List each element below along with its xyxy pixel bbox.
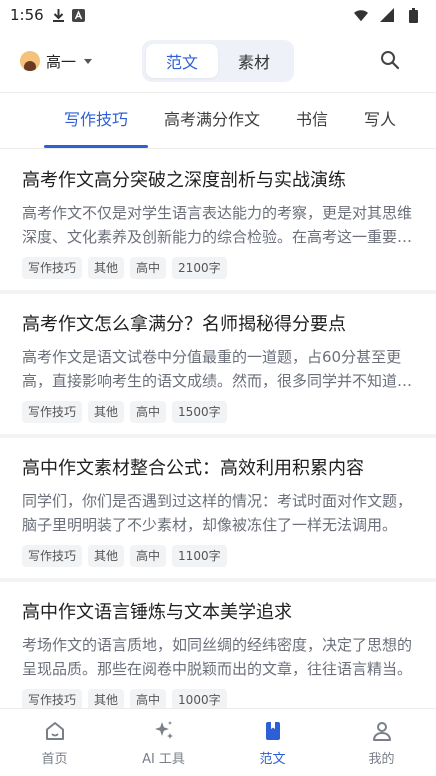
tag-word-count: 1100字 — [172, 545, 227, 567]
download-icon — [52, 8, 66, 22]
a-notification-icon — [72, 8, 86, 22]
article-card[interactable]: 高中作文语言锤炼与文本美学追求 考场作文的语言质地，如同丝绸的经纬密度，决定了思… — [0, 582, 436, 708]
status-bar: 1:56 — [0, 0, 436, 30]
search-button[interactable] — [378, 48, 402, 72]
tag-word-count: 2100字 — [172, 257, 227, 279]
nav-essays[interactable]: 范文 — [218, 709, 327, 776]
article-excerpt: 高考作文不仅是对学生语言表达能力的考察，更是对其思维深度、文化素养及创新能力的综… — [22, 204, 413, 246]
tab-writing-people[interactable]: 写人 — [364, 106, 396, 148]
chevron-down-icon — [84, 58, 93, 64]
article-tags: 写作技巧 其他 高中 1100字 — [22, 545, 414, 567]
article-tags: 写作技巧 其他 高中 1500字 — [22, 401, 414, 423]
content-type-toggle: 范文 素材 — [142, 40, 294, 82]
segment-sucai[interactable]: 素材 — [218, 44, 290, 78]
avatar — [20, 51, 40, 71]
tab-letters[interactable]: 书信 — [296, 106, 328, 148]
signal-icon — [380, 8, 394, 22]
article-card[interactable]: 高中作文素材整合公式：高效利用积累内容 同学们，你们是否遇到过这样的情况：考试时… — [0, 438, 436, 582]
tag-category: 写作技巧 — [22, 689, 83, 708]
tab-full-score-essays[interactable]: 高考满分作文 — [164, 106, 260, 148]
tag-level: 高中 — [130, 257, 167, 279]
article-card[interactable]: 高考作文高分突破之深度剖析与实战演练 高考作文不仅是对学生语言表达能力的考察，更… — [0, 150, 436, 294]
tag-level: 高中 — [130, 545, 167, 567]
sparkle-icon — [152, 719, 176, 743]
article-tags: 写作技巧 其他 高中 1000字 — [22, 689, 414, 708]
home-icon — [43, 719, 67, 743]
article-excerpt: 考场作文的语言质地，如同丝绸的经纬密度，决定了思想的呈现品质。那些在阅卷中脱颖而… — [22, 636, 413, 678]
article-feed: 高考作文高分突破之深度剖析与实战演练 高考作文不仅是对学生语言表达能力的考察，更… — [0, 150, 436, 708]
nav-essays-label: 范文 — [259, 751, 286, 767]
book-icon — [261, 719, 285, 743]
article-tags: 写作技巧 其他 高中 2100字 — [22, 257, 414, 279]
article-title: 高中作文素材整合公式：高效利用积累内容 — [22, 458, 364, 479]
search-icon — [381, 51, 400, 70]
category-tabs: 写作技巧 高考满分作文 书信 写人 — [0, 93, 436, 149]
grade-selector[interactable]: 高一 — [20, 51, 93, 72]
article-excerpt: 同学们，你们是否遇到过这样的情况：考试时面对作文题，脑子里明明装了不少素材，却像… — [22, 492, 413, 534]
nav-home[interactable]: 首页 — [0, 709, 109, 776]
article-card[interactable]: 高考作文怎么拿满分？名师揭秘得分要点 高考作文是语文试卷中分值最重的一道题，占6… — [0, 294, 436, 438]
wifi-icon — [354, 8, 368, 22]
app-header: 高一 范文 素材 — [0, 30, 436, 92]
article-title: 高中作文语言锤炼与文本美学追求 — [22, 602, 292, 623]
tag-type: 其他 — [88, 401, 125, 423]
article-excerpt: 高考作文是语文试卷中分值最重的一道题，占60分甚至更高，直接影响考生的语文成绩。… — [22, 348, 413, 390]
battery-icon — [406, 7, 420, 23]
nav-profile-label: 我的 — [368, 751, 395, 767]
nav-ai-tools[interactable]: AI 工具 — [109, 709, 218, 776]
article-title: 高考作文怎么拿满分？名师揭秘得分要点 — [22, 314, 346, 335]
bottom-nav: 首页 AI 工具 范文 我的 — [0, 708, 436, 776]
tag-category: 写作技巧 — [22, 401, 83, 423]
tag-level: 高中 — [130, 689, 167, 708]
segment-fanwen[interactable]: 范文 — [146, 44, 218, 78]
tag-type: 其他 — [88, 257, 125, 279]
tag-type: 其他 — [88, 689, 125, 708]
tab-writing-skills[interactable]: 写作技巧 — [43, 106, 149, 148]
tag-word-count: 1500字 — [172, 401, 227, 423]
tag-word-count: 1000字 — [172, 689, 227, 708]
tag-level: 高中 — [130, 401, 167, 423]
nav-ai-tools-label: AI 工具 — [142, 751, 185, 767]
tag-category: 写作技巧 — [22, 545, 83, 567]
nav-home-label: 首页 — [41, 751, 68, 767]
nav-profile[interactable]: 我的 — [327, 709, 436, 776]
person-icon — [370, 719, 394, 743]
tag-category: 写作技巧 — [22, 257, 83, 279]
grade-label: 高一 — [46, 52, 77, 71]
tag-type: 其他 — [88, 545, 125, 567]
article-title: 高考作文高分突破之深度剖析与实战演练 — [22, 170, 346, 191]
status-time: 1:56 — [10, 6, 44, 24]
